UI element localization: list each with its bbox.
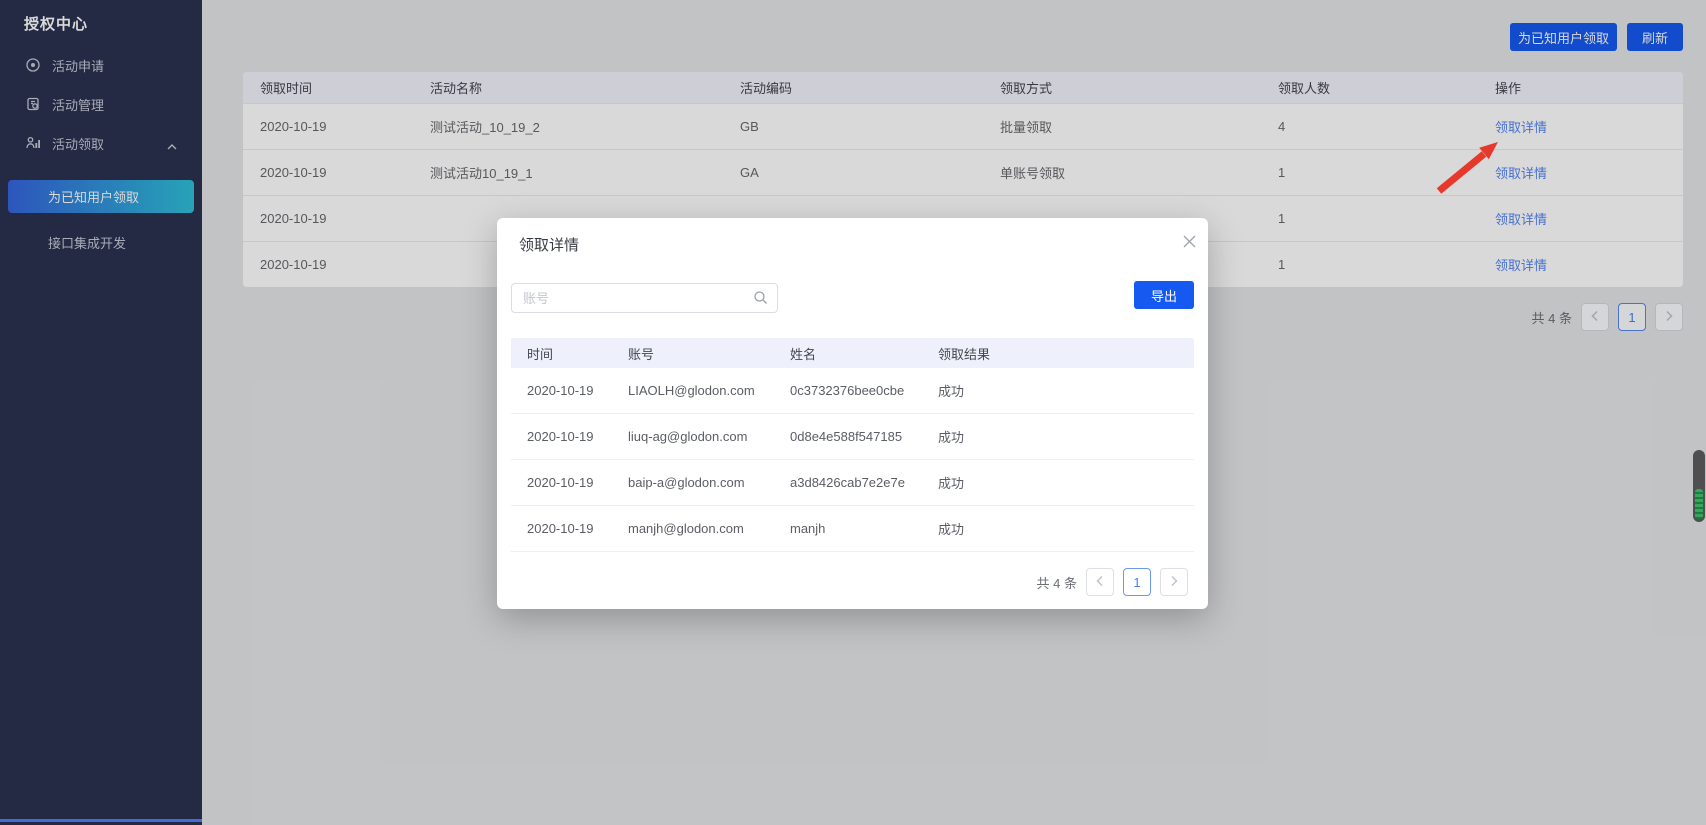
claim-detail-table: 时间 账号 姓名 领取结果 2020-10-19 LIAOLH@glodon.c…	[511, 338, 1194, 552]
detail-table-header: 时间 账号 姓名 领取结果	[511, 338, 1194, 368]
modal-title: 领取详情	[519, 234, 579, 255]
detail-row: 2020-10-19 baip-a@glodon.com a3d8426cab7…	[511, 460, 1194, 506]
chevron-right-icon	[1170, 575, 1178, 590]
cell-time: 2020-10-19	[511, 383, 628, 398]
cell-name: 0d8e4e588f547185	[790, 429, 938, 444]
claim-detail-modal: 领取详情 导出 时间 账号 姓名 领取结果 2020-10-19 LIAOLH@…	[497, 218, 1208, 609]
page-1-button[interactable]: 1	[1123, 568, 1151, 596]
cell-result: 成功	[938, 519, 1194, 538]
cell-account: manjh@glodon.com	[628, 521, 790, 536]
close-icon[interactable]	[1178, 230, 1200, 252]
cell-account: baip-a@glodon.com	[628, 475, 790, 490]
cell-result: 成功	[938, 381, 1194, 400]
export-button[interactable]: 导出	[1134, 281, 1194, 309]
cell-time: 2020-10-19	[511, 521, 628, 536]
cell-time: 2020-10-19	[511, 429, 628, 444]
col-time: 时间	[511, 344, 628, 363]
detail-row: 2020-10-19 liuq-ag@glodon.com 0d8e4e588f…	[511, 414, 1194, 460]
prev-page-button[interactable]	[1086, 568, 1114, 596]
app-root: 授权中心 活动申请 活动管理	[0, 0, 1706, 825]
detail-row: 2020-10-19 LIAOLH@glodon.com 0c3732376be…	[511, 368, 1194, 414]
total-count-label: 共 4 条	[1037, 573, 1077, 592]
cell-result: 成功	[938, 427, 1194, 446]
cell-result: 成功	[938, 473, 1194, 492]
scrollbar-thumb[interactable]	[1693, 450, 1705, 522]
cell-account: LIAOLH@glodon.com	[628, 383, 790, 398]
col-account: 账号	[628, 344, 790, 363]
detail-row: 2020-10-19 manjh@glodon.com manjh 成功	[511, 506, 1194, 552]
search-icon	[753, 290, 768, 310]
cell-name: 0c3732376bee0cbe	[790, 383, 938, 398]
chevron-left-icon	[1096, 575, 1104, 590]
scrollbar-stripes	[1695, 489, 1703, 519]
cell-name: a3d8426cab7e2e7e	[790, 475, 938, 490]
cell-name: manjh	[790, 521, 938, 536]
col-name: 姓名	[790, 344, 938, 363]
next-page-button[interactable]	[1160, 568, 1188, 596]
account-search-input[interactable]	[511, 283, 778, 313]
cell-account: liuq-ag@glodon.com	[628, 429, 790, 444]
detail-pagination: 共 4 条 1	[1037, 568, 1188, 596]
col-result: 领取结果	[938, 344, 1194, 363]
cell-time: 2020-10-19	[511, 475, 628, 490]
